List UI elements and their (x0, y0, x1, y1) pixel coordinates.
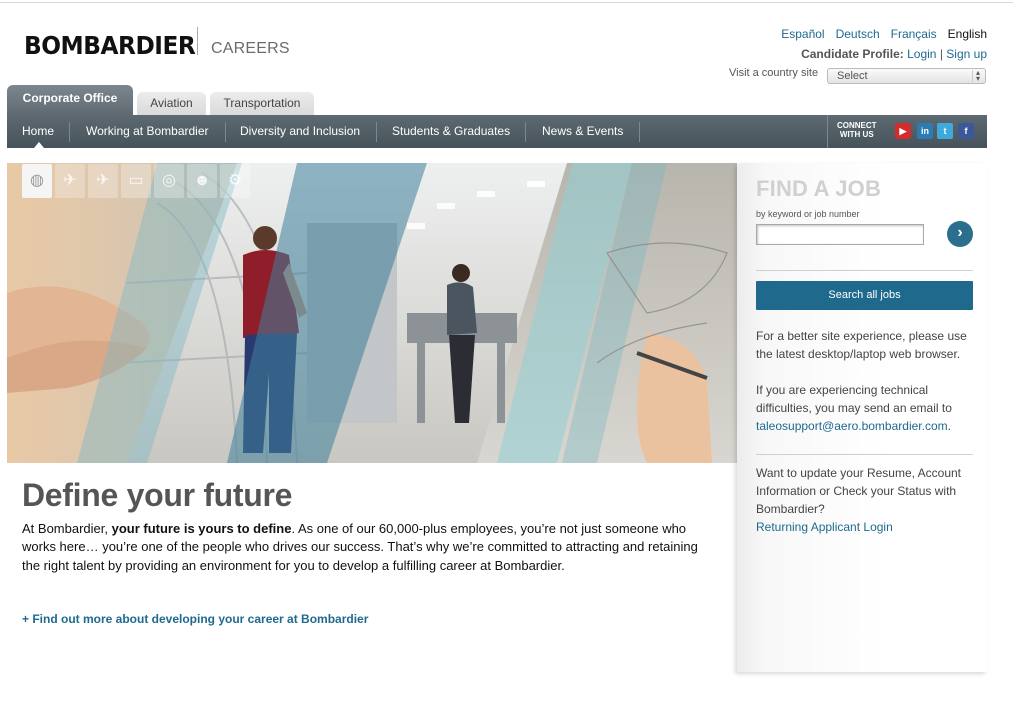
globe-icon[interactable]: ◍ (22, 164, 52, 198)
tab-corporate-office[interactable]: Corporate Office (7, 85, 133, 115)
returning-applicant-login-link[interactable]: Returning Applicant Login (756, 520, 893, 534)
connect-with-us-label: CONNECT WITH US (837, 121, 877, 139)
nav-divider (827, 115, 828, 148)
search-all-jobs-button[interactable]: Search all jobs (756, 281, 973, 310)
page-headline: Define your future (22, 477, 293, 513)
tech-note-period: . (947, 419, 951, 433)
bombardier-logo[interactable]: BOMBARDIER (24, 31, 196, 60)
world-icon[interactable]: ◎ (154, 164, 184, 198)
intro-text-start: At Bombardier, (22, 521, 112, 536)
nav-divider (69, 122, 70, 142)
nav-diversity-inclusion[interactable]: Diversity and Inclusion (240, 115, 360, 148)
logo-divider (197, 27, 198, 55)
linkedin-icon[interactable]: in (917, 123, 933, 139)
person-icon[interactable]: ☻ (187, 164, 217, 198)
support-email-link[interactable]: taleosupport@aero.bombardier.com (756, 419, 948, 433)
nav-divider (376, 122, 377, 142)
returning-applicant-wrap: Returning Applicant Login (756, 518, 976, 536)
intro-text-bold: your future is yours to define (111, 521, 292, 536)
tech-support-note: If you are experiencing technical diffic… (756, 381, 976, 435)
twitter-icon[interactable]: t (937, 123, 953, 139)
nav-students-graduates[interactable]: Students & Graduates (392, 115, 510, 148)
nav-news-events[interactable]: News & Events (542, 115, 623, 148)
link-divider: | (939, 47, 943, 61)
active-indicator-icon (34, 142, 44, 148)
tab-aviation[interactable]: Aviation (137, 92, 206, 115)
nav-divider (225, 122, 226, 142)
top-border (0, 2, 1013, 3)
nav-working-at-bombardier[interactable]: Working at Bombardier (86, 115, 209, 148)
gear-icon[interactable]: ⚙ (220, 164, 250, 198)
tech-note-text: If you are experiencing technical diffic… (756, 383, 952, 415)
nav-divider (639, 122, 640, 142)
lang-deutsch[interactable]: Deutsch (836, 27, 880, 41)
hero-image (7, 163, 737, 463)
facebook-icon[interactable]: f (958, 123, 974, 139)
browser-note: For a better site experience, please use… (756, 329, 967, 361)
youtube-icon[interactable]: ▶ (895, 123, 911, 139)
aircraft-icon[interactable]: ✈ (88, 164, 118, 198)
lang-francais[interactable]: Français (891, 27, 937, 41)
candidate-profile: Candidate Profile: Login | Sign up (801, 47, 987, 61)
find-job-panel: FIND A JOB by keyword or job number › Se… (737, 163, 987, 672)
login-link[interactable]: Login (907, 47, 936, 61)
update-note: Want to update your Resume, Account Info… (756, 466, 962, 516)
find-job-title: FIND A JOB (756, 176, 882, 201)
plane-icon[interactable]: ✈ (55, 164, 85, 198)
lang-espanol[interactable]: Español (781, 27, 824, 41)
main-nav: Home Working at Bombardier Diversity and… (7, 115, 987, 148)
country-select[interactable]: Select ▴ ▾ (827, 68, 986, 84)
panel-divider (756, 270, 973, 271)
search-go-button[interactable]: › (947, 221, 973, 247)
lang-english: English (947, 27, 987, 41)
career-development-link[interactable]: + Find out more about developing your ca… (22, 612, 368, 626)
country-site-label: Visit a country site (729, 67, 819, 79)
panel-divider (756, 454, 973, 455)
hero-illustration (7, 163, 737, 463)
keyword-label: by keyword or job number (756, 209, 860, 219)
signup-link[interactable]: Sign up (946, 47, 987, 61)
candidate-profile-label: Candidate Profile: (801, 47, 904, 61)
country-select-value: Select (837, 70, 868, 82)
select-arrows-icon: ▴ ▾ (972, 69, 983, 83)
keyword-input[interactable] (756, 224, 924, 245)
careers-title: CAREERS (211, 40, 290, 57)
train-icon[interactable]: ▭ (121, 164, 151, 198)
intro-paragraph: At Bombardier, your future is yours to d… (22, 520, 712, 575)
language-bar: Español Deutsch Français English (781, 27, 987, 41)
nav-divider (525, 122, 526, 142)
tab-transportation[interactable]: Transportation (210, 92, 314, 115)
